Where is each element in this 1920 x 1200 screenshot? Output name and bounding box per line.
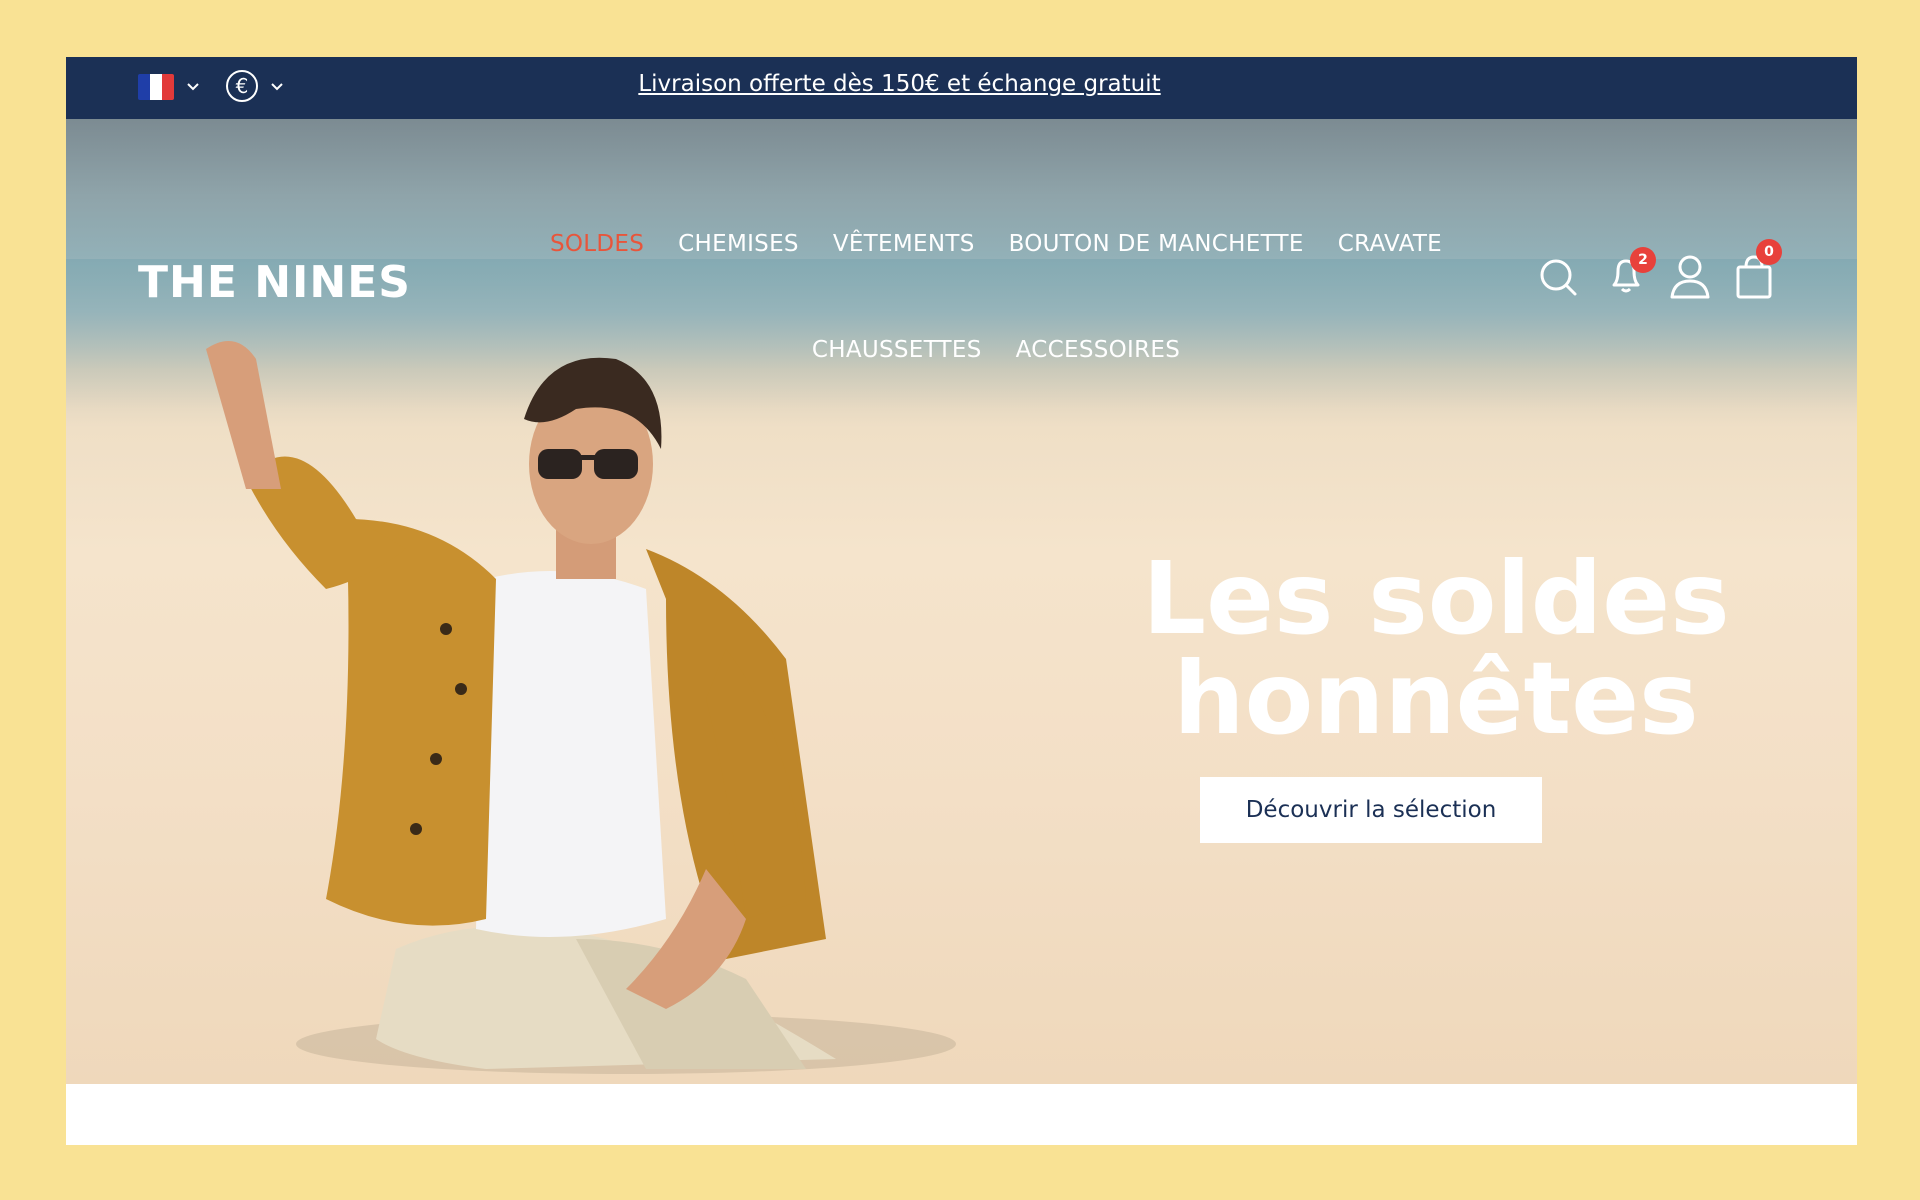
nav-item-vetements[interactable]: VÊTEMENTS xyxy=(833,231,975,257)
nav-item-chemises[interactable]: CHEMISES xyxy=(678,231,799,257)
announcement-bar: € Livraison offerte dès 150€ et échange … xyxy=(66,57,1857,119)
nav-item-cravate[interactable]: CRAVATE xyxy=(1338,231,1442,257)
bell-icon[interactable]: 2 xyxy=(1604,247,1656,297)
nav-item-chaussettes[interactable]: CHAUSSETTES xyxy=(812,337,982,363)
brand-logo[interactable]: THE NINES xyxy=(138,257,411,308)
user-icon[interactable] xyxy=(1668,253,1712,299)
nav-item-bouton-de-manchette[interactable]: BOUTON DE MANCHETTE xyxy=(1009,231,1304,257)
search-icon[interactable] xyxy=(1536,255,1580,299)
notifications-count-badge: 2 xyxy=(1630,247,1656,273)
main-navigation: SOLDES CHEMISES VÊTEMENTS BOUTON DE MANC… xyxy=(496,231,1496,363)
browser-page: € Livraison offerte dès 150€ et échange … xyxy=(66,57,1857,1145)
hero-headline: Les soldes honnêtes xyxy=(1066,549,1806,749)
cart-count-badge: 0 xyxy=(1756,239,1782,265)
discover-selection-button[interactable]: Découvrir la sélection xyxy=(1200,777,1542,843)
hero-headline-line-2: honnêtes xyxy=(1173,640,1699,757)
shipping-announcement-link[interactable]: Livraison offerte dès 150€ et échange gr… xyxy=(66,71,1795,97)
nav-item-accessoires[interactable]: ACCESSOIRES xyxy=(1016,337,1180,363)
hero-headline-line-1: Les soldes xyxy=(1142,540,1730,657)
hero-banner: THE NINES SOLDES CHEMISES VÊTEMENTS BOUT… xyxy=(66,119,1857,1084)
shopping-bag-icon[interactable]: 0 xyxy=(1732,239,1782,299)
nav-item-soldes[interactable]: SOLDES xyxy=(550,231,644,257)
